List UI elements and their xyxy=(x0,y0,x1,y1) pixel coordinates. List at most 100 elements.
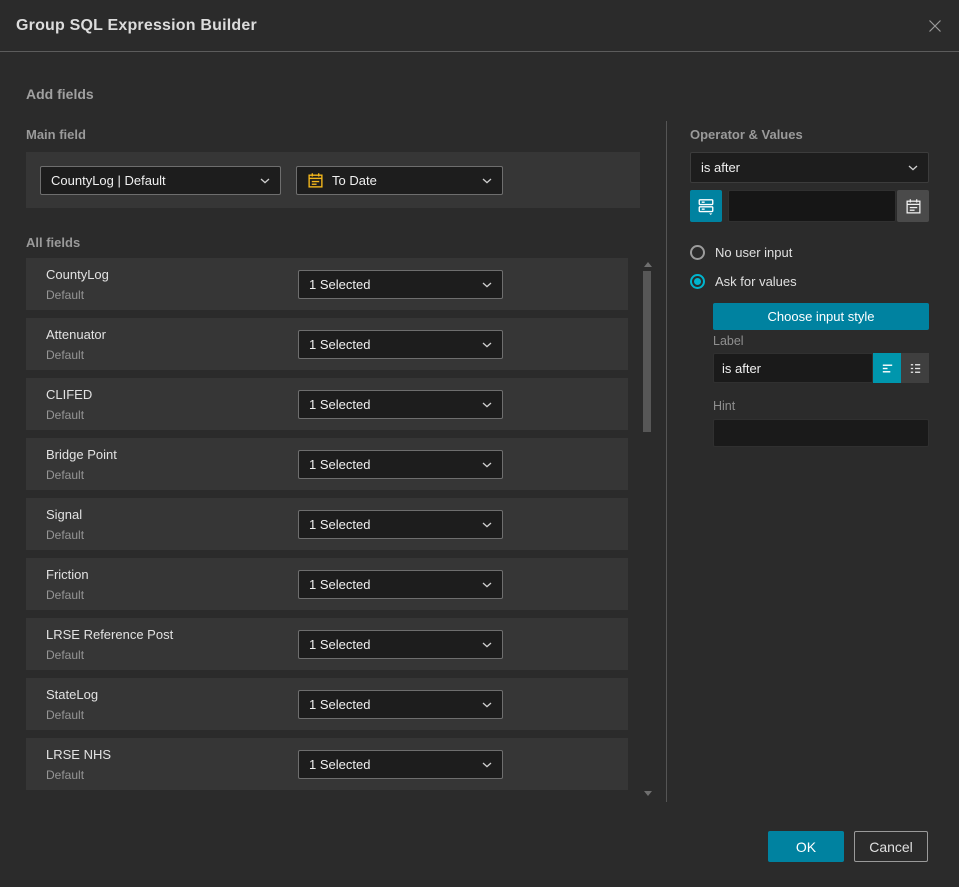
main-field-date-select[interactable]: To Date xyxy=(296,166,503,195)
values-list-icon xyxy=(698,199,714,215)
field-row-selected-label: 1 Selected xyxy=(309,697,371,712)
field-row-selected-label: 1 Selected xyxy=(309,637,371,652)
field-row-selected-label: 1 Selected xyxy=(309,277,371,292)
all-fields-list: CountyLog Default 1 Selected Attenuator … xyxy=(26,258,628,798)
dialog-titlebar: Group SQL Expression Builder xyxy=(0,0,959,52)
hint-caption: Hint xyxy=(713,399,736,413)
radio-ask-for-values-label: Ask for values xyxy=(715,274,797,289)
field-row: CLIFED Default 1 Selected xyxy=(26,378,628,430)
chevron-down-icon xyxy=(908,165,918,170)
field-row-selected-label: 1 Selected xyxy=(309,757,371,772)
dialog-title: Group SQL Expression Builder xyxy=(16,16,257,34)
single-value-style-toggle[interactable] xyxy=(873,353,901,383)
main-field-date-select-value: To Date xyxy=(332,173,377,188)
radio-ask-for-values[interactable]: Ask for values xyxy=(690,274,797,289)
radio-unselected-icon xyxy=(690,245,705,260)
group-sql-expression-builder-dialog: Group SQL Expression Builder Add fields … xyxy=(0,0,959,887)
field-row-name: LRSE Reference Post xyxy=(46,627,174,642)
main-field-panel: CountyLog | Default To Date xyxy=(26,152,640,208)
field-row-name: Attenuator xyxy=(46,327,106,342)
cancel-button[interactable]: Cancel xyxy=(854,831,928,862)
field-row-sub: Default xyxy=(46,288,85,302)
scrollbar-thumb[interactable] xyxy=(643,271,651,432)
calendar-icon xyxy=(905,198,921,214)
field-row: StateLog Default 1 Selected xyxy=(26,678,628,730)
field-row-selected-label: 1 Selected xyxy=(309,457,371,472)
field-row-sub: Default xyxy=(46,708,85,722)
list-style-toggle[interactable] xyxy=(901,353,929,383)
chevron-down-icon xyxy=(482,282,492,287)
field-row-name: Signal xyxy=(46,507,83,522)
field-row-name: Friction xyxy=(46,567,89,582)
field-row-sub: Default xyxy=(46,468,85,482)
scrollbar-up-arrow[interactable] xyxy=(644,262,652,267)
field-row-select[interactable]: 1 Selected xyxy=(298,750,503,779)
main-field-label: Main field xyxy=(26,127,86,142)
field-row: Bridge Point Default 1 Selected xyxy=(26,438,628,490)
field-row-select[interactable]: 1 Selected xyxy=(298,330,503,359)
chevron-down-icon xyxy=(482,582,492,587)
chevron-down-icon xyxy=(482,342,492,347)
choose-input-style-button[interactable]: Choose input style xyxy=(713,303,929,330)
chevron-down-icon xyxy=(260,178,270,183)
field-row-selected-label: 1 Selected xyxy=(309,397,371,412)
field-row-name: CLIFED xyxy=(46,387,93,402)
scrollbar-down-arrow[interactable] xyxy=(644,791,652,796)
field-row-select[interactable]: 1 Selected xyxy=(298,390,503,419)
field-row: LRSE Reference Post Default 1 Selected xyxy=(26,618,628,670)
field-row-selected-label: 1 Selected xyxy=(309,337,371,352)
field-row-sub: Default xyxy=(46,348,85,362)
calendar-icon xyxy=(308,173,323,188)
field-row-select[interactable]: 1 Selected xyxy=(298,450,503,479)
label-caption: Label xyxy=(713,334,744,348)
field-row-name: CountyLog xyxy=(46,267,109,282)
hint-input[interactable] xyxy=(713,419,929,447)
field-row-select[interactable]: 1 Selected xyxy=(298,510,503,539)
values-list-button[interactable] xyxy=(690,190,722,222)
chevron-down-icon xyxy=(482,702,492,707)
field-row-select[interactable]: 1 Selected xyxy=(298,630,503,659)
date-picker-button[interactable] xyxy=(897,190,929,222)
field-row: LRSE NHS Default 1 Selected xyxy=(26,738,628,790)
field-row-sub: Default xyxy=(46,588,85,602)
section-divider xyxy=(666,121,667,802)
operator-select[interactable]: is after xyxy=(690,152,929,183)
close-icon xyxy=(929,20,941,32)
ok-button[interactable]: OK xyxy=(768,831,844,862)
field-row-selected-label: 1 Selected xyxy=(309,577,371,592)
field-row-selected-label: 1 Selected xyxy=(309,517,371,532)
radio-no-user-input[interactable]: No user input xyxy=(690,245,792,260)
value-date-input[interactable] xyxy=(728,190,896,222)
operator-select-value: is after xyxy=(701,160,741,175)
chevron-down-icon xyxy=(482,642,492,647)
field-row: Friction Default 1 Selected xyxy=(26,558,628,610)
field-row-select[interactable]: 1 Selected xyxy=(298,270,503,299)
chevron-down-icon xyxy=(482,402,492,407)
chevron-down-icon xyxy=(482,462,492,467)
add-fields-heading: Add fields xyxy=(26,86,94,102)
close-button[interactable] xyxy=(925,16,945,36)
radio-no-user-input-label: No user input xyxy=(715,245,793,260)
list-icon xyxy=(910,363,920,373)
field-row: Signal Default 1 Selected xyxy=(26,498,628,550)
main-field-select-value: CountyLog | Default xyxy=(51,173,166,188)
field-row-sub: Default xyxy=(46,768,85,782)
chevron-down-icon xyxy=(482,178,492,183)
field-row: CountyLog Default 1 Selected xyxy=(26,258,628,310)
label-input[interactable] xyxy=(713,353,873,383)
field-row-name: LRSE NHS xyxy=(46,747,112,762)
field-row-select[interactable]: 1 Selected xyxy=(298,570,503,599)
chevron-down-icon xyxy=(482,762,492,767)
field-row-select[interactable]: 1 Selected xyxy=(298,690,503,719)
field-row-name: Bridge Point xyxy=(46,447,117,462)
field-row-sub: Default xyxy=(46,528,85,542)
operator-values-heading: Operator & Values xyxy=(690,127,803,142)
field-row-sub: Default xyxy=(46,408,85,422)
align-left-icon xyxy=(882,364,892,372)
field-row-sub: Default xyxy=(46,648,85,662)
field-row: Attenuator Default 1 Selected xyxy=(26,318,628,370)
radio-selected-icon xyxy=(690,274,705,289)
main-field-select[interactable]: CountyLog | Default xyxy=(40,166,281,195)
all-fields-label: All fields xyxy=(26,235,81,250)
field-row-name: StateLog xyxy=(46,687,99,702)
